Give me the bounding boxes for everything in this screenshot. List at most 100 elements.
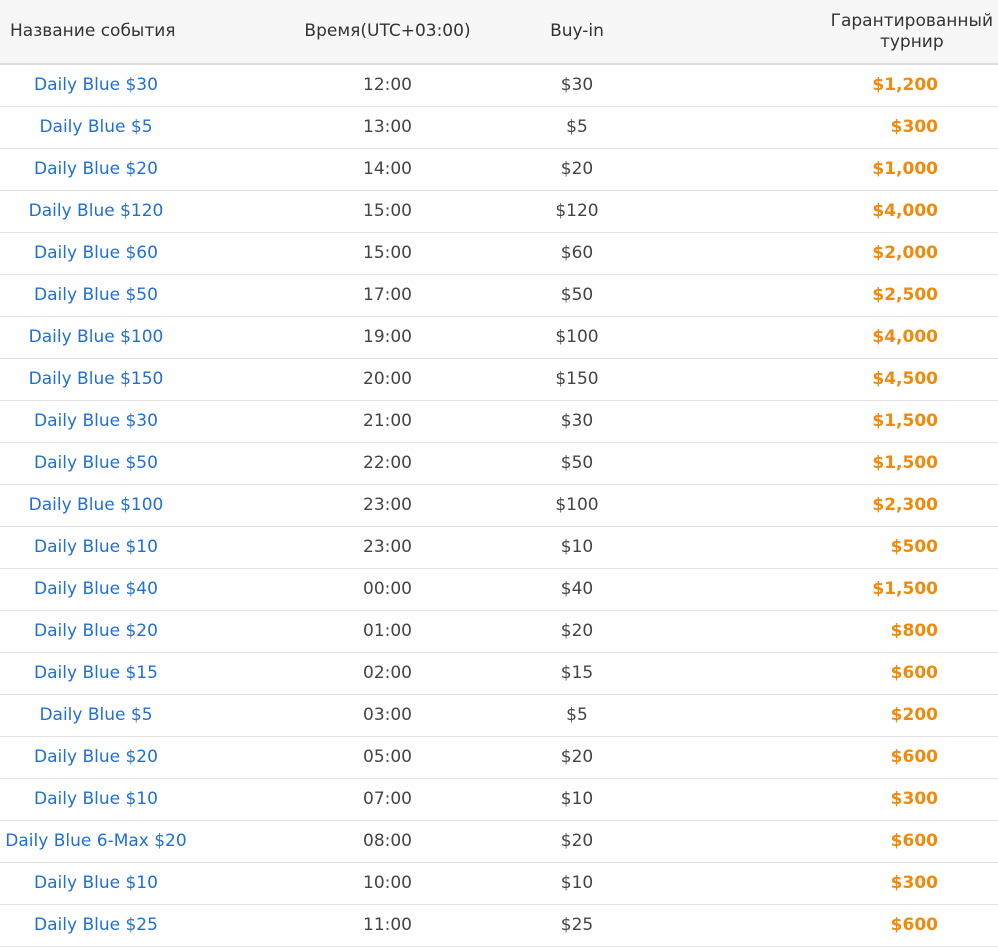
- guaranteed-header-wrap: Гарантированный турнир: [831, 11, 993, 53]
- event-name-link[interactable]: Daily Blue $10: [34, 537, 158, 557]
- table-row: Daily Blue 6-Max $20 08:00 $20 $600: [0, 820, 998, 863]
- event-name-link[interactable]: Daily Blue 6-Max $20: [5, 831, 186, 851]
- event-time-cell: 03:00: [192, 694, 498, 737]
- table-row: Daily Blue $15 02:00 $15 $600: [0, 652, 998, 695]
- table-row: Daily Blue $10 23:00 $10 $500: [0, 526, 998, 569]
- guarantee-cell: $600: [656, 736, 998, 779]
- event-name-cell: Daily Blue $100: [0, 484, 192, 527]
- event-time-cell: 02:00: [192, 652, 498, 695]
- event-name-cell: Daily Blue $10: [0, 526, 192, 569]
- event-time-cell: 13:00: [192, 106, 498, 149]
- event-time-cell: 05:00: [192, 736, 498, 779]
- table-row: Daily Blue $50 17:00 $50 $2,500: [0, 274, 998, 317]
- guarantee-cell: $200: [656, 694, 998, 737]
- guarantee-cell: $1,500: [656, 568, 998, 611]
- table-row: Daily Blue $20 14:00 $20 $1,000: [0, 148, 998, 191]
- buyin-cell: $5: [498, 694, 656, 737]
- buyin-cell: $15: [498, 652, 656, 695]
- buyin-cell: $120: [498, 190, 656, 233]
- event-name-link[interactable]: Daily Blue $50: [34, 285, 158, 305]
- event-name-link[interactable]: Daily Blue $30: [34, 75, 158, 95]
- event-name-link[interactable]: Daily Blue $5: [39, 117, 152, 137]
- table-row: Daily Blue $5 13:00 $5 $300: [0, 106, 998, 149]
- event-name-cell: Daily Blue $60: [0, 232, 192, 275]
- event-name-link[interactable]: Daily Blue $20: [34, 621, 158, 641]
- event-name-link[interactable]: Daily Blue $50: [34, 453, 158, 473]
- buyin-cell: $20: [498, 820, 656, 863]
- table-row: Daily Blue $20 01:00 $20 $800: [0, 610, 998, 653]
- guarantee-cell: $1,000: [656, 148, 998, 191]
- column-header-guaranteed: Гарантированный турнир: [656, 0, 998, 65]
- event-name-cell: Daily Blue $30: [0, 64, 192, 107]
- column-header-buyin: Buy-in: [498, 0, 656, 65]
- event-name-cell: Daily Blue $40: [0, 568, 192, 611]
- guarantee-cell: $2,300: [656, 484, 998, 527]
- event-name-cell: Daily Blue $5: [0, 106, 192, 149]
- event-name-link[interactable]: Daily Blue $100: [29, 495, 164, 515]
- event-time-cell: 23:00: [192, 526, 498, 569]
- event-time-cell: 21:00: [192, 400, 498, 443]
- event-name-cell: Daily Blue $150: [0, 358, 192, 401]
- event-name-cell: Daily Blue $10: [0, 862, 192, 905]
- event-time-cell: 19:00: [192, 316, 498, 359]
- table-row: Daily Blue $20 05:00 $20 $600: [0, 736, 998, 779]
- event-name-link[interactable]: Daily Blue $60: [34, 243, 158, 263]
- buyin-cell: $50: [498, 274, 656, 317]
- event-name-link[interactable]: Daily Blue $100: [29, 327, 164, 347]
- table-row: Daily Blue $100 19:00 $100 $4,000: [0, 316, 998, 359]
- event-time-cell: 14:00: [192, 148, 498, 191]
- event-name-cell: Daily Blue $20: [0, 736, 192, 779]
- buyin-cell: $10: [498, 526, 656, 569]
- event-time-cell: 00:00: [192, 568, 498, 611]
- event-name-cell: Daily Blue $25: [0, 904, 192, 947]
- guarantee-cell: $4,000: [656, 316, 998, 359]
- guarantee-cell: $2,000: [656, 232, 998, 275]
- column-header-event-name: Название события: [0, 0, 192, 65]
- event-name-cell: Daily Blue $50: [0, 274, 192, 317]
- event-time-cell: 15:00: [192, 232, 498, 275]
- table-row: Daily Blue $30 21:00 $30 $1,500: [0, 400, 998, 443]
- event-name-link[interactable]: Daily Blue $30: [34, 411, 158, 431]
- event-name-cell: Daily Blue $20: [0, 610, 192, 653]
- guarantee-cell: $300: [656, 862, 998, 905]
- guarantee-cell: $4,000: [656, 190, 998, 233]
- event-time-cell: 07:00: [192, 778, 498, 821]
- event-name-link[interactable]: Daily Blue $20: [34, 747, 158, 767]
- buyin-cell: $5: [498, 106, 656, 149]
- buyin-cell: $100: [498, 316, 656, 359]
- table-row: Daily Blue $50 22:00 $50 $1,500: [0, 442, 998, 485]
- event-name-link[interactable]: Daily Blue $20: [34, 159, 158, 179]
- guaranteed-header-line2: турнир: [879, 31, 944, 52]
- event-name-link[interactable]: Daily Blue $120: [29, 201, 164, 221]
- header-row: Название события Время(UTC+03:00) Buy-in…: [0, 0, 998, 65]
- event-name-link[interactable]: Daily Blue $150: [29, 369, 164, 389]
- table-row: Daily Blue $150 20:00 $150 $4,500: [0, 358, 998, 401]
- buyin-cell: $20: [498, 148, 656, 191]
- buyin-cell: $30: [498, 64, 656, 107]
- event-name-cell: Daily Blue $10: [0, 778, 192, 821]
- event-time-cell: 01:00: [192, 610, 498, 653]
- event-name-link[interactable]: Daily Blue $5: [39, 705, 152, 725]
- event-name-cell: Daily Blue $30: [0, 400, 192, 443]
- event-time-cell: 08:00: [192, 820, 498, 863]
- buyin-cell: $30: [498, 400, 656, 443]
- event-time-cell: 12:00: [192, 64, 498, 107]
- event-name-cell: Daily Blue $20: [0, 148, 192, 191]
- event-name-link[interactable]: Daily Blue $40: [34, 579, 158, 599]
- event-name-cell: Daily Blue $5: [0, 694, 192, 737]
- buyin-cell: $10: [498, 862, 656, 905]
- buyin-cell: $20: [498, 736, 656, 779]
- buyin-cell: $10: [498, 778, 656, 821]
- column-header-time: Время(UTC+03:00): [192, 0, 498, 65]
- guarantee-cell: $1,200: [656, 64, 998, 107]
- event-time-cell: 20:00: [192, 358, 498, 401]
- guarantee-cell: $300: [656, 778, 998, 821]
- table-row: Daily Blue $5 03:00 $5 $200: [0, 694, 998, 737]
- event-name-link[interactable]: Daily Blue $25: [34, 915, 158, 935]
- event-name-link[interactable]: Daily Blue $10: [34, 873, 158, 893]
- event-name-link[interactable]: Daily Blue $10: [34, 789, 158, 809]
- buyin-cell: $40: [498, 568, 656, 611]
- guarantee-cell: $500: [656, 526, 998, 569]
- event-name-link[interactable]: Daily Blue $15: [34, 663, 158, 683]
- table-header: Название события Время(UTC+03:00) Buy-in…: [0, 0, 998, 65]
